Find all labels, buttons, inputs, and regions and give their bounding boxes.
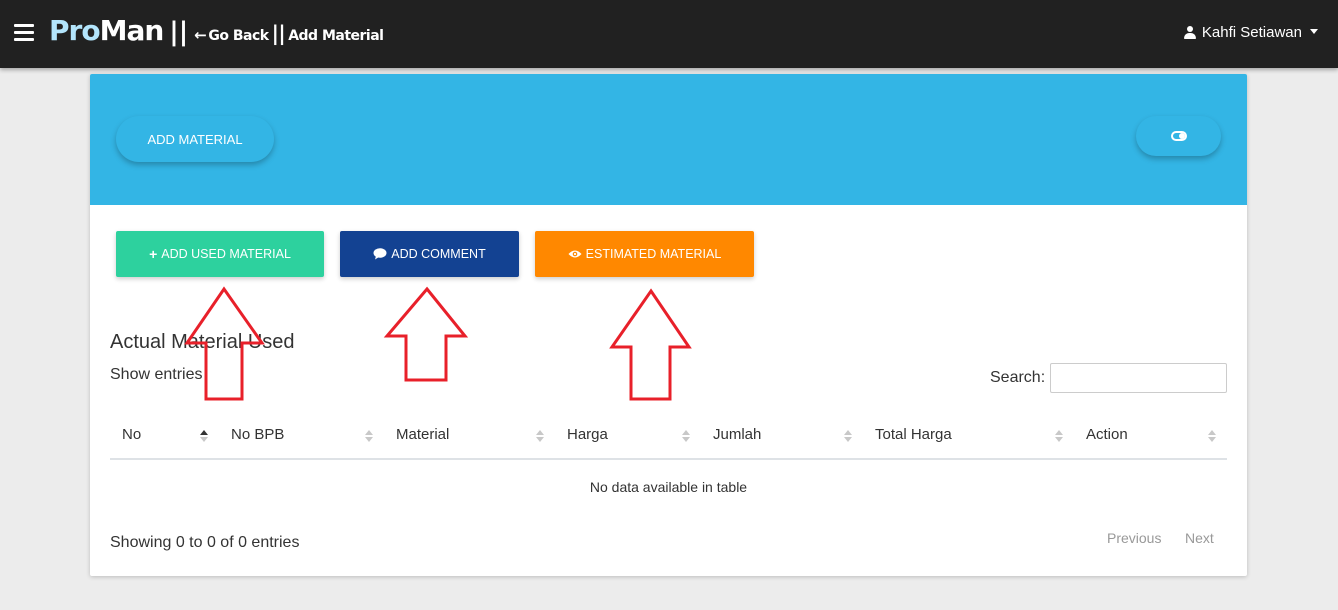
column-label: No BPB [231, 426, 285, 443]
empty-table-row: No data available in table [589, 479, 748, 495]
add-comment-label: ADD COMMENT [391, 247, 486, 261]
chevron-down-icon [1310, 28, 1318, 34]
user-icon [1183, 25, 1196, 40]
column-label: Action [1086, 426, 1128, 443]
column-header-action[interactable]: Action [1074, 416, 1227, 458]
add-used-material-button[interactable]: + ADD USED MATERIAL [116, 231, 324, 277]
card-header: ADD MATERIAL [90, 74, 1247, 205]
brand-pro: Pro [49, 14, 101, 47]
comment-icon [373, 248, 387, 260]
user-menu[interactable]: Kahfi Setiawan [1183, 24, 1318, 41]
brand-man: Man [99, 14, 165, 47]
column-header-no-bpb[interactable]: No BPB [219, 416, 384, 458]
estimated-material-label: ESTIMATED MATERIAL [585, 247, 722, 261]
plus-icon: + [149, 246, 158, 262]
section-title: Actual Material Used [110, 331, 295, 353]
top-navbar: Pro Man || ← Go Back || Add Material Kahfi… [0, 0, 1338, 68]
search-label: Search: [990, 369, 1046, 386]
previous-button[interactable]: Previous [1107, 530, 1161, 546]
go-back-link[interactable]: ← Go Back [194, 26, 269, 44]
add-used-material-label: ADD USED MATERIAL [161, 247, 291, 261]
breadcrumb-separator: || [271, 21, 286, 45]
table-header-row: No No BPB Material Harga Jumlah Total Ha… [110, 416, 1227, 460]
sort-asc-icon [200, 430, 209, 442]
column-header-jumlah[interactable]: Jumlah [701, 416, 863, 458]
sort-icon [365, 430, 374, 442]
toggle-icon [1170, 131, 1187, 141]
go-back-label: Go Back [208, 28, 269, 44]
column-label: Harga [567, 426, 608, 443]
add-material-button[interactable]: ADD MATERIAL [116, 116, 274, 162]
brand-breadcrumb: Pro Man || ← Go Back || Add Material [49, 14, 384, 54]
sort-icon [682, 430, 691, 442]
brand-separator: || [169, 17, 189, 47]
column-label: No [122, 426, 142, 443]
next-button[interactable]: Next [1185, 530, 1214, 546]
column-label: Jumlah [713, 426, 762, 443]
show-entries-label: Show entries [110, 366, 203, 383]
column-header-no[interactable]: No [110, 416, 219, 458]
sort-icon [536, 430, 545, 442]
column-label: Material [396, 426, 450, 443]
add-material-label: ADD MATERIAL [147, 131, 243, 147]
table-info: Showing 0 to 0 of 0 entries [110, 534, 300, 551]
toggle-button[interactable] [1136, 116, 1221, 156]
main-card: ADD MATERIAL + ADD USED MATERIAL ADD COM… [90, 74, 1247, 576]
sort-icon [1208, 430, 1217, 442]
column-header-material[interactable]: Material [384, 416, 555, 458]
search-input[interactable] [1050, 363, 1227, 393]
arrow-left-icon: ← [194, 26, 207, 44]
hamburger-icon[interactable] [14, 24, 34, 42]
sort-icon [844, 430, 853, 442]
eye-icon [568, 250, 582, 258]
sort-icon [1055, 430, 1064, 442]
column-label: Total Harga [875, 426, 952, 443]
add-comment-button[interactable]: ADD COMMENT [340, 231, 519, 277]
column-header-total-harga[interactable]: Total Harga [863, 416, 1074, 458]
column-header-harga[interactable]: Harga [555, 416, 701, 458]
user-name: Kahfi Setiawan [1201, 24, 1302, 41]
estimated-material-button[interactable]: ESTIMATED MATERIAL [535, 231, 754, 277]
page-name: Add Material [288, 28, 384, 44]
material-table: No No BPB Material Harga Jumlah Total Ha… [110, 416, 1227, 516]
